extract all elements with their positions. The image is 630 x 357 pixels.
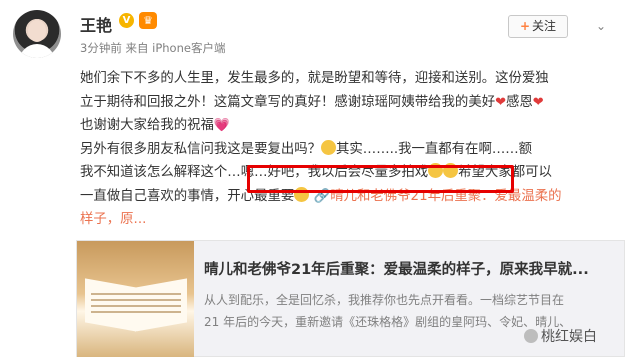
book-thumbnail bbox=[77, 241, 194, 357]
heart-icon: ❤ bbox=[532, 94, 544, 110]
member-crown-icon: ♛ bbox=[139, 12, 157, 29]
card-desc-line: 从人到配乐，全是回忆杀，我推荐你也先点开看看。一档综艺节目在 bbox=[204, 293, 565, 307]
book-page-right bbox=[135, 278, 187, 332]
post-line: 也谢谢大家给我的祝福💗 bbox=[80, 114, 625, 138]
author-name[interactable]: 王艳 bbox=[80, 12, 112, 36]
red-highlight-box bbox=[247, 165, 514, 193]
post-text-segment: 也谢谢大家给我的祝福 bbox=[80, 118, 214, 133]
post-text-segment: 另外有很多朋友私信问我这是要复出吗？ bbox=[80, 141, 322, 157]
heart-icon: ❤ bbox=[495, 94, 507, 110]
post-text-segment: 我不知道该怎么解释这个 bbox=[80, 165, 228, 180]
avatar-face bbox=[28, 20, 46, 42]
post-line: 立于期待和回报之外！这篇文章写的真好！感谢琼瑶阿姨带给我的美好❤感恩❤ bbox=[80, 91, 625, 115]
post-line: 她们余下不多的人生里，发生最多的，就是盼望和等待，迎接和送别。这份爱独 bbox=[80, 71, 549, 86]
article-link-continued[interactable]: 样子，原... bbox=[80, 212, 146, 227]
follow-label: 关注 bbox=[532, 19, 557, 33]
avatar-shoulder bbox=[19, 44, 55, 58]
wechat-icon bbox=[524, 329, 538, 343]
post-line: 另外有很多朋友私信问我这是要复出吗？ 其实……..我一直都有在啊……额 bbox=[80, 138, 625, 162]
post-text-segment: 立于期待和回报之外！这篇文章写的真好！感谢琼瑶阿姨带给我的美好 bbox=[80, 94, 496, 110]
card-title[interactable]: 晴儿和老佛爷21年后重聚：爱最温柔的样子，原来我早就... bbox=[204, 258, 589, 279]
pink-heart-icon: 💗 bbox=[213, 118, 231, 133]
post-meta: 3分钟前 来自 iPhone客户端 bbox=[80, 41, 226, 55]
follow-button[interactable]: + 关注 bbox=[508, 15, 568, 38]
book-page-left bbox=[85, 278, 137, 332]
plus-icon: + bbox=[519, 19, 531, 33]
post-text-segment: 感恩 bbox=[506, 94, 533, 110]
awkward-face-icon bbox=[321, 139, 337, 155]
post-text-segment: 其实……..我一直都有在啊……额 bbox=[336, 141, 533, 157]
post-line: 样子，原... bbox=[80, 208, 625, 232]
verified-icon: V bbox=[119, 13, 134, 28]
watermark: 桃红娱白 bbox=[524, 326, 597, 346]
post-text: 她们余下不多的人生里，发生最多的，就是盼望和等待，迎接和送别。这份爱独 立于期待… bbox=[80, 67, 625, 232]
watermark-text: 桃红娱白 bbox=[541, 329, 597, 345]
author-avatar[interactable] bbox=[13, 10, 61, 58]
chevron-down-icon[interactable]: ⌄ bbox=[596, 19, 606, 33]
book-text-lines bbox=[91, 293, 181, 295]
